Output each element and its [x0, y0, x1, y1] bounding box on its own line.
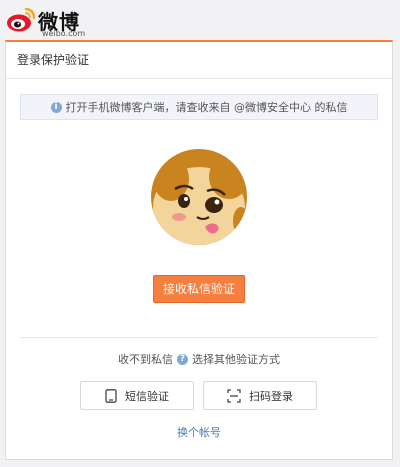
avatar — [151, 149, 247, 245]
scan-login-label: 扫码登录 — [249, 389, 293, 403]
scan-login-button[interactable]: 扫码登录 — [203, 381, 317, 410]
scan-icon — [227, 388, 241, 403]
avatar-cartoon-icon — [151, 149, 247, 245]
notice-bar: i 打开手机微博客户端，请查收来自 @微博安全中心 的私信 — [20, 94, 378, 120]
brand-domain: weibo.com — [42, 29, 86, 38]
info-icon: i — [50, 101, 62, 113]
phone-icon — [105, 388, 117, 403]
sms-verify-button[interactable]: 短信验证 — [80, 381, 194, 410]
page-title: 登录保护验证 — [6, 42, 392, 79]
weibo-logo[interactable]: 微博 weibo.com — [6, 4, 86, 38]
other-verification-row: 收不到私信 ? 选择其他验证方式 — [6, 351, 392, 367]
no-message-text: 收不到私信 — [118, 353, 173, 366]
switch-account-link[interactable]: 换个帐号 — [6, 424, 392, 440]
top-bar: 微博 weibo.com — [0, 0, 400, 40]
receive-message-verify-button[interactable]: 接收私信验证 — [153, 275, 245, 303]
sms-verify-label: 短信验证 — [125, 389, 169, 403]
choose-other-method-text: 选择其他验证方式 — [192, 353, 280, 366]
login-protection-card: 登录保护验证 i 打开手机微博客户端，请查收来自 @微博安全中心 的私信 接收私… — [5, 40, 393, 460]
question-icon[interactable]: ? — [177, 353, 188, 365]
divider — [20, 337, 378, 338]
weibo-eye-icon — [7, 7, 36, 32]
notice-text: 打开手机微博客户端，请查收来自 @微博安全中心 的私信 — [65, 101, 348, 114]
